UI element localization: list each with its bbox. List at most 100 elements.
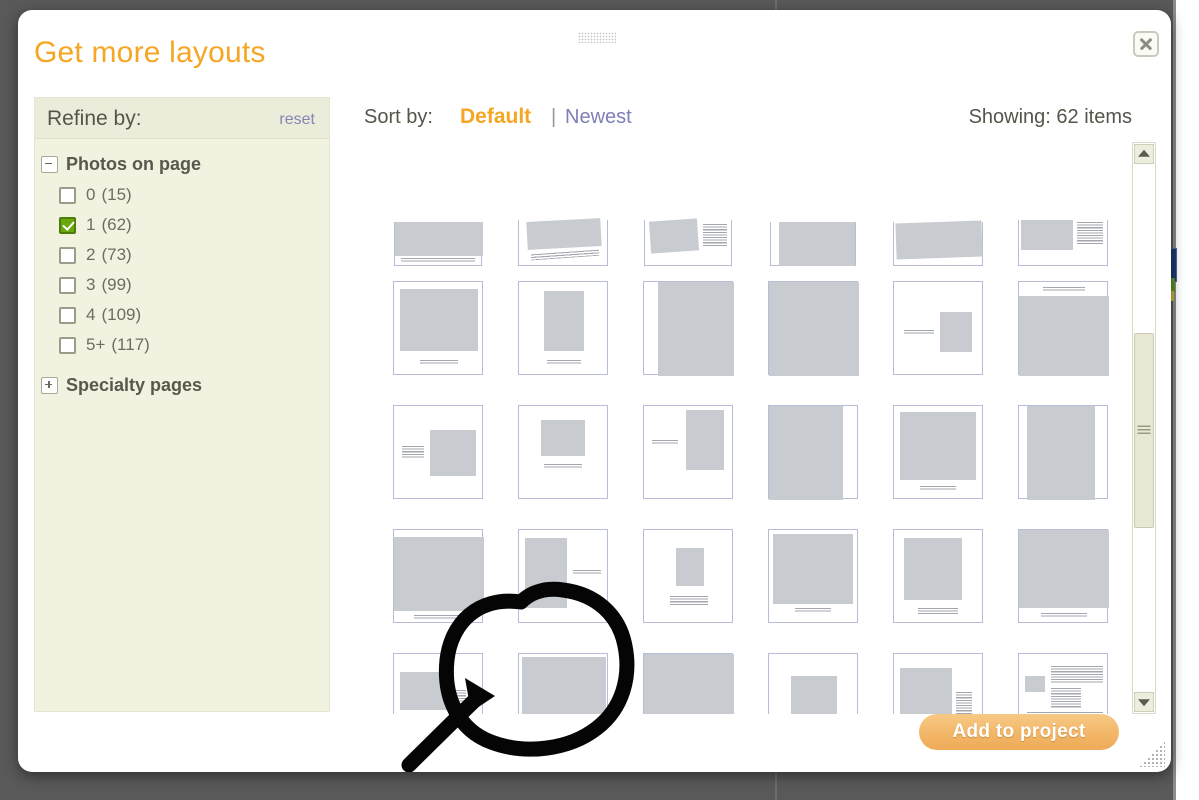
layout-thumbnail[interactable] — [1018, 405, 1108, 500]
text-placeholder — [420, 360, 458, 364]
refine-header: Refine by: reset — [35, 98, 329, 139]
layout-thumbnail[interactable] — [1018, 220, 1108, 266]
facet-group-header[interactable]: Photos on page — [35, 151, 329, 177]
layout-thumbnail[interactable] — [643, 529, 733, 623]
checkbox-icon[interactable] — [59, 276, 76, 294]
layout-thumbnail[interactable] — [393, 653, 483, 714]
layout-thumbnail[interactable] — [518, 281, 608, 375]
layout-thumbnail[interactable] — [644, 218, 732, 266]
facet-option-label: 5+ (117) — [86, 335, 150, 354]
layout-grid — [376, 142, 1133, 714]
layout-thumbnail[interactable] — [1018, 529, 1109, 623]
background-panel — [1173, 0, 1199, 800]
facet-option-3[interactable]: 3 (99) — [59, 270, 329, 300]
scrollbar-up-button[interactable] — [1134, 144, 1154, 164]
refine-sidebar: Refine by: reset Photos on page 0 (15) 1 (62… — [34, 97, 330, 712]
layout-thumbnail[interactable] — [393, 529, 484, 623]
checkbox-icon[interactable] — [59, 306, 76, 324]
photo-placeholder — [1019, 530, 1109, 608]
photo-placeholder — [900, 412, 976, 480]
close-icon[interactable] — [1133, 31, 1159, 57]
layout-thumbnail[interactable] — [768, 529, 858, 623]
photo-placeholder — [541, 420, 585, 456]
text-placeholder — [1051, 688, 1081, 708]
text-placeholder — [652, 440, 678, 444]
layout-thumbnail[interactable] — [768, 281, 859, 376]
layout-thumbnail[interactable] — [893, 220, 983, 266]
scrollbar-thumb[interactable] — [1134, 333, 1154, 528]
layout-thumbnail[interactable] — [393, 405, 483, 499]
layout-thumbnail[interactable] — [768, 653, 858, 714]
photo-placeholder — [900, 668, 952, 714]
facet-option-0[interactable]: 0 (15) — [59, 180, 329, 210]
facet-group-title: Specialty pages — [66, 374, 203, 395]
photo-placeholder — [773, 534, 853, 604]
text-placeholder — [904, 330, 934, 335]
text-placeholder — [573, 570, 601, 574]
layout-thumbnail[interactable] — [893, 653, 983, 714]
layout-grid-cell — [501, 638, 625, 714]
sort-newest-link[interactable]: Newest — [565, 106, 632, 129]
photo-placeholder — [395, 222, 483, 256]
layout-thumbnail[interactable] — [768, 405, 858, 500]
drag-grip-icon[interactable] — [578, 32, 616, 43]
add-to-project-button[interactable]: Add to project — [919, 714, 1119, 750]
background-strip — [1173, 0, 1176, 800]
text-placeholder — [530, 249, 600, 261]
scrollbar-down-button[interactable] — [1134, 692, 1154, 712]
photo-placeholder — [648, 218, 700, 254]
layout-grid-cell — [501, 390, 625, 514]
plus-box-icon[interactable] — [41, 376, 58, 394]
checkbox-icon[interactable] — [59, 246, 76, 264]
photo-placeholder — [658, 282, 734, 376]
layout-thumbnail[interactable] — [393, 281, 483, 375]
checkbox-icon[interactable] — [59, 186, 76, 204]
layout-thumbnail[interactable] — [518, 529, 608, 623]
layout-thumbnail[interactable] — [394, 222, 483, 266]
layout-grid-cell — [876, 266, 1000, 390]
reset-link[interactable]: reset — [279, 111, 315, 129]
layout-thumbnail[interactable] — [770, 222, 856, 266]
photo-placeholder — [769, 406, 843, 500]
layout-thumbnail[interactable] — [643, 405, 733, 499]
layout-thumbnail[interactable] — [1018, 653, 1108, 714]
layout-grid-viewport[interactable] — [373, 142, 1133, 714]
layout-grid-cell — [1001, 638, 1125, 714]
text-placeholder — [920, 486, 956, 490]
layout-thumbnail[interactable] — [1018, 281, 1109, 376]
layout-grid-cell — [751, 390, 875, 514]
text-placeholder — [1051, 666, 1103, 684]
layout-thumbnail[interactable] — [643, 281, 734, 376]
layout-grid-cell — [626, 514, 750, 638]
photo-placeholder — [676, 548, 704, 586]
facet-option-4[interactable]: 4 (109) — [59, 300, 329, 330]
layout-thumbnail[interactable] — [643, 653, 734, 714]
layout-grid-cell — [501, 266, 625, 390]
checkbox-icon[interactable] — [59, 216, 76, 234]
facet-option-label: 4 (109) — [86, 305, 142, 324]
text-placeholder — [956, 692, 972, 714]
facet-option-1[interactable]: 1 (62) — [59, 210, 329, 240]
layout-thumbnail[interactable] — [893, 529, 983, 623]
layout-thumbnail[interactable] — [893, 281, 983, 375]
layout-grid-cell — [1001, 142, 1125, 266]
resize-grip-icon[interactable] — [1139, 741, 1165, 767]
layout-thumbnail[interactable] — [518, 218, 608, 266]
facet-option-5plus[interactable]: 5+ (117) — [59, 330, 329, 360]
facet-option-2[interactable]: 2 (73) — [59, 240, 329, 270]
layout-thumbnail[interactable] — [893, 405, 983, 499]
facet-group: Specialty pages — [35, 372, 329, 398]
minus-box-icon[interactable] — [41, 155, 58, 173]
grid-scrollbar[interactable] — [1132, 142, 1156, 714]
sort-by-label: Sort by: — [364, 106, 433, 128]
sort-default-link[interactable]: Default — [460, 105, 531, 129]
layout-thumbnail[interactable] — [518, 405, 608, 499]
page-title: Get more layouts — [34, 36, 266, 69]
layout-grid-cell — [751, 638, 875, 714]
layout-grid-cell — [751, 266, 875, 390]
photo-placeholder — [686, 410, 724, 470]
layout-thumbnail[interactable] — [518, 653, 608, 714]
facet-group: Photos on page 0 (15) 1 (62) 2 (73) 3 (99) 4 (109)… — [35, 151, 329, 360]
facet-group-header[interactable]: Specialty pages — [35, 372, 329, 398]
checkbox-icon[interactable] — [59, 336, 76, 354]
